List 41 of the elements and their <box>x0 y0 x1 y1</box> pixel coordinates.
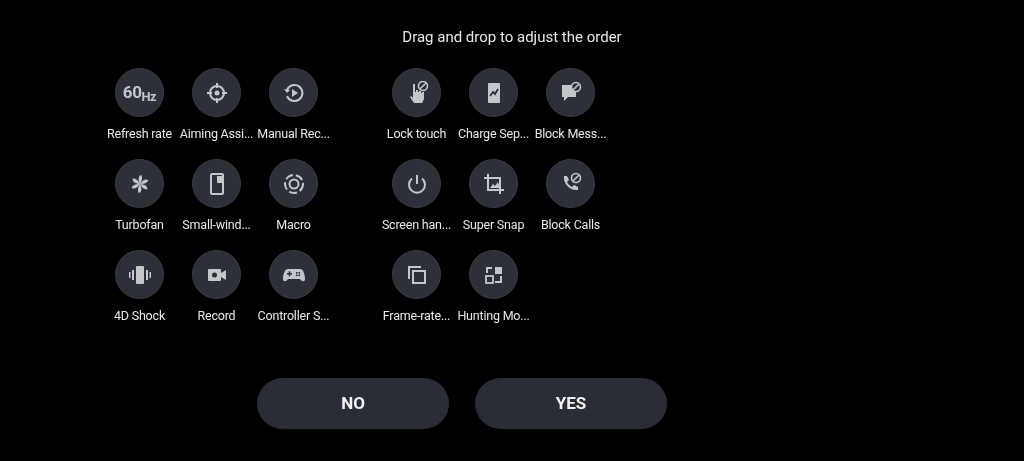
shortcut-label: Controller S... <box>257 308 330 324</box>
shortcut-label: Lock touch <box>386 126 447 142</box>
crop-icon <box>481 171 506 196</box>
page-title: Drag and drop to adjust the order <box>402 27 622 47</box>
shortcut-label: Macro <box>276 217 311 233</box>
refresh-rate-icon: 60$_{Hz}$ <box>122 84 157 101</box>
shortcut-label: Hunting Mo... <box>457 308 530 324</box>
dialog-button[interactable]: NO <box>257 378 449 429</box>
shortcut-tile[interactable]: Super Snap <box>455 159 532 233</box>
shortcut-tile[interactable]: Turbofan <box>101 159 178 233</box>
shortcut-tile[interactable]: Block Mess... <box>532 68 609 142</box>
shortcut-tile[interactable]: Lock touch <box>378 68 455 142</box>
shortcut-label: Charge Sep... <box>457 126 529 142</box>
crosshair-icon <box>204 80 229 105</box>
shortcut-label: Screen han... <box>381 217 452 233</box>
shortcut-tile[interactable]: Record <box>178 250 255 324</box>
shortcut-label: Turbofan <box>115 217 164 233</box>
shortcut-tile[interactable]: 60$_{Hz}$ Refresh rate <box>101 68 178 142</box>
shortcut-tile[interactable]: Manual Rec... <box>255 68 332 142</box>
shortcut-tile[interactable]: Frame-rate... <box>378 250 455 324</box>
shortcut-label: Refresh rate <box>107 126 172 142</box>
shortcut-label: Aiming Assi... <box>179 126 254 142</box>
shortcut-label: Block Mess... <box>534 126 607 142</box>
shortcut-label: Manual Rec... <box>257 126 330 142</box>
shortcut-label: 4D Shock <box>113 308 165 324</box>
macro-icon <box>281 171 306 196</box>
shortcut-tile[interactable]: Block Calls <box>532 159 609 233</box>
shortcut-tile[interactable]: Macro <box>255 159 332 233</box>
shortcut-tile[interactable]: Aiming Assi... <box>178 68 255 142</box>
shortcut-tile[interactable]: Hunting Mo... <box>455 250 532 324</box>
dialog-button[interactable]: YES <box>475 378 667 429</box>
shortcut-tile[interactable]: Controller S... <box>255 250 332 324</box>
shortcut-label: Record <box>197 308 236 324</box>
shortcut-tile[interactable]: Charge Sep... <box>455 68 532 142</box>
shortcut-tile[interactable]: 4D Shock <box>101 250 178 324</box>
shortcut-tile[interactable]: Small-wind... <box>178 159 255 233</box>
shortcut-label: Super Snap <box>462 217 525 233</box>
shortcut-label: Frame-rate... <box>382 308 451 324</box>
shortcut-label: Small-wind... <box>182 217 251 233</box>
shortcut-label: Block Calls <box>540 217 601 233</box>
shortcut-tile[interactable]: Screen han... <box>378 159 455 233</box>
